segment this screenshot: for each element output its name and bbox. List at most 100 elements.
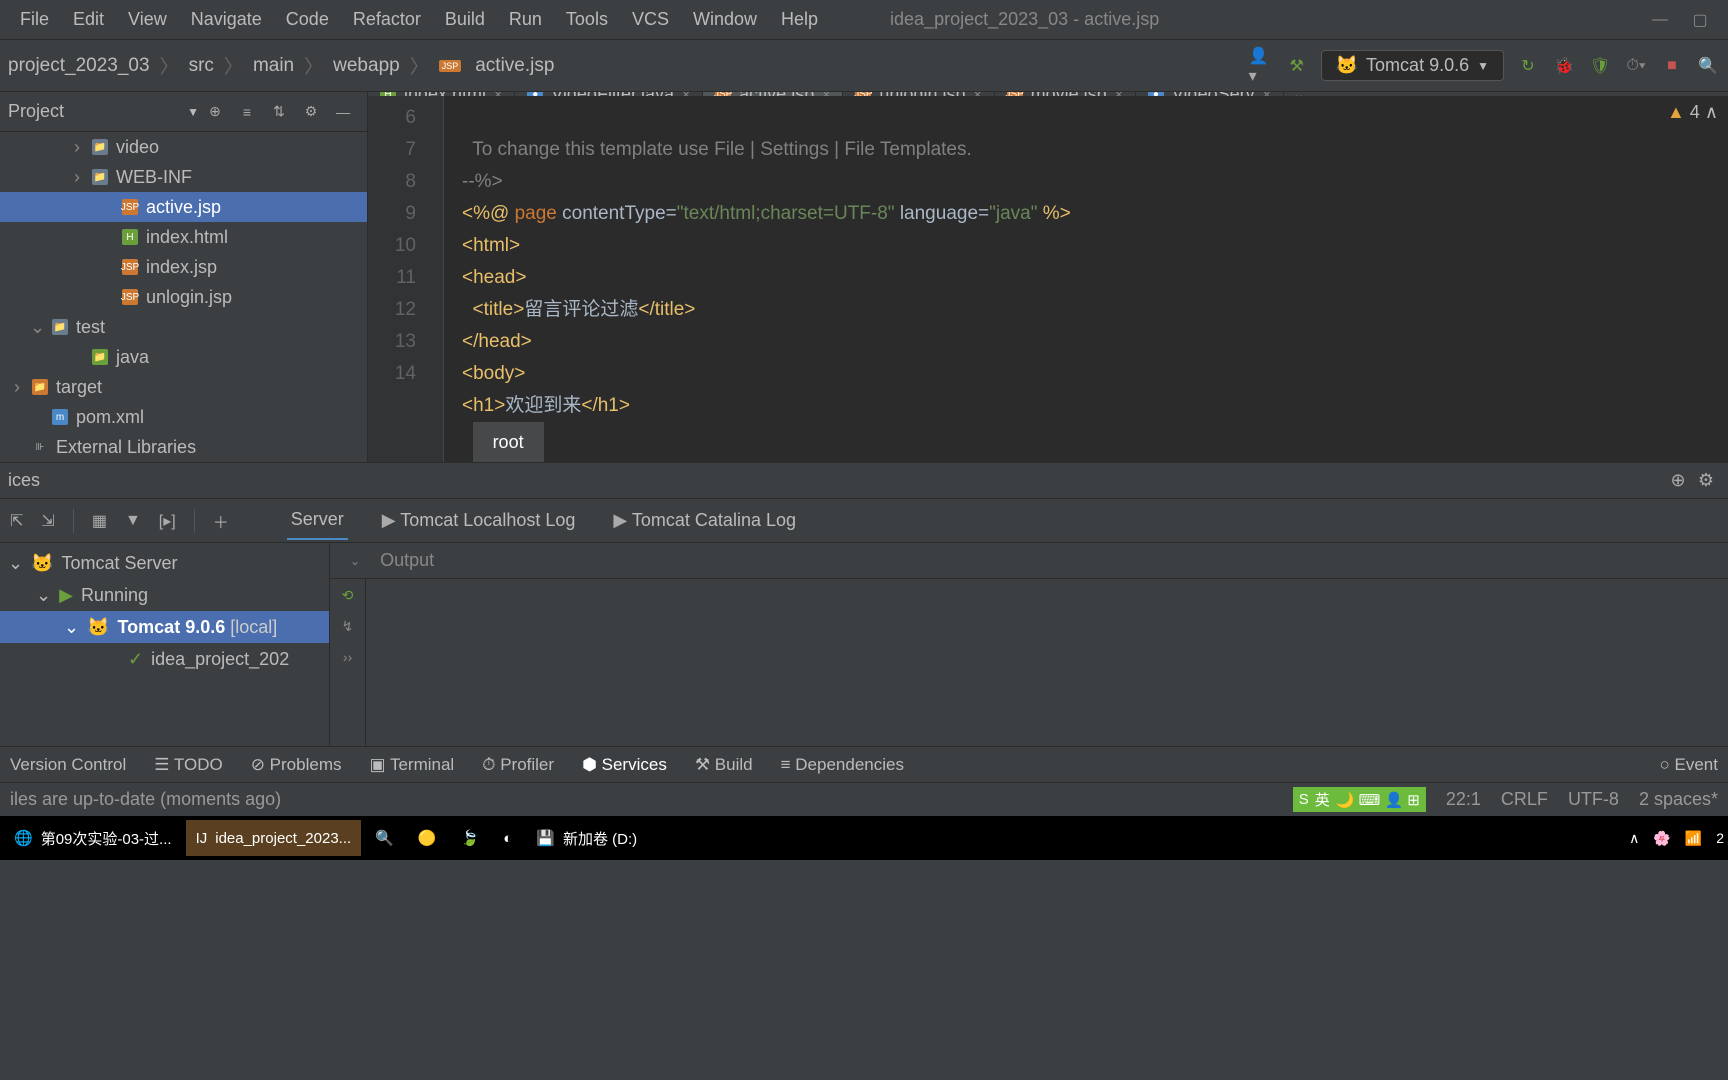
menu-navigate[interactable]: Navigate [179,9,274,30]
menu-run[interactable]: Run [497,9,554,30]
collapse-icon[interactable]: ⇅ [263,103,295,120]
menu-view[interactable]: View [116,9,179,30]
output-console[interactable] [366,579,1728,746]
taskbar-item[interactable]: IJidea_project_2023... [186,820,362,856]
run-config-selector[interactable]: 🐱 Tomcat 9.0.6 ▼ [1321,50,1504,81]
tool-todo[interactable]: ☰ TODO [154,755,222,775]
tree-row[interactable]: › 📁 video [0,132,367,162]
indent-setting[interactable]: 2 spaces* [1639,789,1718,810]
service-tree-row[interactable]: ✓idea_project_202 [0,643,329,675]
menu-window[interactable]: Window [681,9,769,30]
add-icon[interactable]: ＋ [213,509,229,533]
search-icon[interactable]: 🔍 [1696,54,1720,78]
hide-icon[interactable]: — [327,104,359,120]
menu-refactor[interactable]: Refactor [341,9,433,30]
coverage-icon[interactable]: 🛡 [1588,54,1612,78]
gear-icon[interactable]: ⚙ [1692,470,1720,491]
crumb[interactable]: main [253,55,294,77]
menu-help[interactable]: Help [769,9,830,30]
menu-build[interactable]: Build [433,9,497,30]
tab-server[interactable]: Server [287,501,348,540]
tree-row[interactable]: ⊪ External Libraries [0,432,367,462]
project-panel: Project ▼ ⊕ ≡ ⇅ ⚙ — › 📁 video› 📁 WEB-INF… [0,92,368,462]
service-tree-row[interactable]: ⌄▶Running [0,579,329,611]
hammer-icon[interactable]: ⚒ [1285,54,1309,78]
battery-icon[interactable]: 2 [1716,830,1724,846]
chevron-down-icon[interactable]: ⌄ [350,554,360,568]
filter-icon[interactable]: ▼ [125,512,141,530]
tool-problems[interactable]: ⊘ Problems [251,755,342,775]
tool-services[interactable]: ⬢ Services [582,755,667,775]
menu-code[interactable]: Code [274,9,341,30]
taskbar-item[interactable]: 🌐第09次实验-03-过... [4,820,182,856]
chevron-down-icon[interactable]: ▼ [187,105,199,119]
tree-row[interactable]: m pom.xml [0,402,367,432]
menu-file[interactable]: File [8,9,61,30]
tool-build[interactable]: ⚒ Build [695,755,753,775]
editor-body[interactable]: 67891011121314 To change this template u… [368,96,1728,462]
expand-all-icon[interactable]: ⇱ [10,511,23,531]
services-tree[interactable]: ⌄🐱Tomcat Server⌄▶Running⌄🐱Tomcat 9.0.6 [… [0,543,330,746]
tree-row[interactable]: › 📁 target [0,372,367,402]
more-icon[interactable]: ›› [343,649,352,665]
tree-row[interactable]: 📁 java [0,342,367,372]
tree-row[interactable]: ⌄ 📁 test [0,312,367,342]
target-icon[interactable]: ⊕ [199,103,231,120]
tree-row[interactable]: H index.html [0,222,367,252]
profile-icon[interactable]: ⏱▾ [1624,54,1648,78]
run-icon[interactable]: ↻ [1516,54,1540,78]
taskbar-tray[interactable]: ∧ 🌸 📶 2 [1629,830,1724,847]
code-area[interactable]: To change this template use File | Setti… [444,96,1728,462]
tree-row[interactable]: JSP unlogin.jsp [0,282,367,312]
tree-row[interactable]: JSP index.jsp [0,252,367,282]
wifi-icon[interactable]: 📶 [1685,830,1702,847]
tool-profiler[interactable]: ⏱ Profiler [482,755,554,775]
tool-event[interactable]: ○ Event [1660,755,1718,775]
taskbar-item[interactable]: 🍃 [451,820,490,856]
cursor-position[interactable]: 22:1 [1446,789,1481,810]
gear-icon[interactable]: ⚙ [295,103,327,120]
fold-column[interactable] [428,96,444,462]
rerun-icon[interactable]: ⟲ [342,587,354,604]
menu-edit[interactable]: Edit [61,9,116,30]
taskbar-item[interactable]: ◐ [493,820,522,856]
tree-row[interactable]: JSP active.jsp [0,192,367,222]
tab-localhost-log[interactable]: ▶ Tomcat Localhost Log [378,502,580,539]
flower-icon[interactable]: 🌸 [1653,830,1670,847]
minimize-button[interactable]: — [1640,11,1680,29]
inspection-badge[interactable]: ▲ 4 ∧ [1667,102,1718,123]
menu-tools[interactable]: Tools [554,9,620,30]
lifebuoy-icon[interactable]: ⊕ [1664,470,1692,491]
crumb[interactable]: webapp [333,55,400,77]
autocomplete-popup[interactable]: root [473,422,544,462]
tool-terminal[interactable]: ▣ Terminal [369,755,454,775]
user-icon[interactable]: 👤▾ [1249,54,1273,78]
taskbar-item[interactable]: 🟡 [408,820,447,856]
tree-row[interactable]: › 📁 WEB-INF [0,162,367,192]
tool-vcs[interactable]: Version Control [10,755,126,775]
stop-icon[interactable]: ■ [1660,54,1684,78]
collapse-all-icon[interactable]: ⇲ [41,511,54,531]
tool-deps[interactable]: ≡ Dependencies [781,755,904,775]
tray-icon[interactable]: ∧ [1629,830,1639,847]
service-tree-row[interactable]: ⌄🐱Tomcat Server [0,547,329,579]
file-encoding[interactable]: UTF-8 [1568,789,1619,810]
eclipse-icon: ◐ [503,830,512,847]
maximize-button[interactable]: ▢ [1680,10,1720,30]
crumb[interactable]: src [189,55,214,77]
service-tree-row[interactable]: ⌄🐱Tomcat 9.0.6 [local] [0,611,329,643]
tab-catalina-log[interactable]: ▶ Tomcat Catalina Log [609,502,800,539]
taskbar-item[interactable]: 🔍 [365,820,404,856]
deploy-icon[interactable]: ↯ [342,618,354,635]
ime-indicator[interactable]: S 英 🌙 ⌨ 👤 ⊞ [1293,787,1426,812]
debug-icon[interactable]: 🐞 [1552,54,1576,78]
expand-icon[interactable]: ≡ [231,104,263,120]
project-tree[interactable]: › 📁 video› 📁 WEB-INF JSP active.jsp H in… [0,132,367,462]
line-separator[interactable]: CRLF [1501,789,1548,810]
group-icon[interactable]: [▸] [159,511,176,531]
grid-icon[interactable]: ▦ [92,511,107,531]
crumb[interactable]: project_2023_03 [8,55,150,77]
menu-vcs[interactable]: VCS [620,9,681,30]
taskbar-item[interactable]: 💾新加卷 (D:) [526,820,647,856]
crumb[interactable]: active.jsp [475,55,554,77]
